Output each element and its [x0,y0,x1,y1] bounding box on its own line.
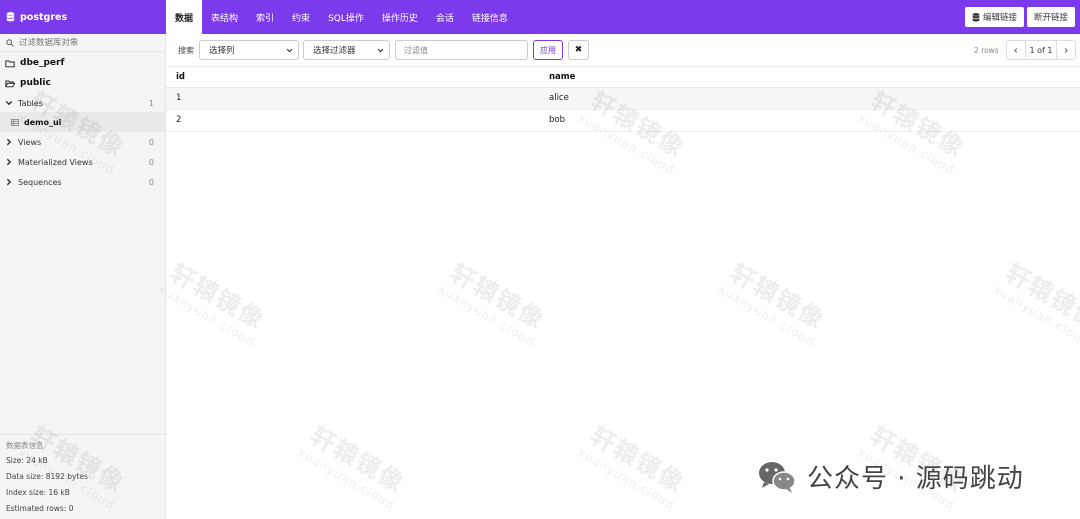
column-select-value: 选择列 [209,46,235,56]
table-cell[interactable]: alice [539,87,1080,110]
group-count: 0 [148,137,154,147]
tab-constraints[interactable]: 约束 [283,0,319,34]
filter-operator-value: 选择过滤器 [313,46,356,56]
group-tables[interactable]: Tables 1 [0,93,165,113]
data-table: id name 1 alice 2 bob [166,67,1080,132]
tab-bar: 数据 表结构 索引 约束 SQL操作 操作历史 会话 链接信息 [166,0,517,34]
group-sequences[interactable]: Sequences 0 [0,172,165,192]
table-header-row: id name [166,67,1080,88]
search-label: 搜索 [178,46,194,55]
table-item-label: demo_ui [24,117,62,127]
table-item-demo-ui[interactable]: demo_ui [0,112,165,132]
wechat-icon [759,461,796,493]
tab-data[interactable]: 数据 [166,0,203,34]
sidebar: dbe_perf public Tables 1 demo_ui [0,34,166,519]
table-size: Size: 24 kB [6,456,48,465]
search-icon [6,38,14,47]
folder-icon [5,60,15,67]
tab-history[interactable]: 操作历史 [373,0,427,34]
disconnect-label: 断开链接 [1033,13,1068,23]
edit-connection-button[interactable]: 编辑链接 [964,7,1024,27]
chevron-down-icon [286,48,293,53]
brand[interactable]: postgres [0,0,166,34]
table-row[interactable]: 1 alice [166,87,1080,110]
group-count: 0 [148,177,154,187]
chevron-down-icon [377,48,384,53]
schema-public[interactable]: public [0,73,165,93]
group-views[interactable]: Views 0 [0,132,165,152]
tab-sql[interactable]: SQL操作 [319,0,373,34]
apply-button[interactable]: 应用 [533,40,563,60]
tab-connection-info[interactable]: 链接信息 [463,0,517,34]
sidebar-search-input[interactable] [19,37,159,48]
table-info-title: 数据表信息 [6,441,44,450]
table-cell[interactable]: bob [539,109,1080,132]
schema-label: public [20,78,51,88]
index-size: Index size: 16 kB [6,488,70,497]
table-icon [11,118,19,126]
disconnect-button[interactable]: 断开链接 [1026,7,1075,27]
estimated-rows: Estimated rows: 0 [6,504,74,513]
data-size: Data size: 8192 bytes [6,472,88,481]
sidebar-search [0,34,165,52]
chevron-right-icon [1064,47,1068,53]
tab-sessions[interactable]: 会话 [427,0,463,34]
chevron-left-icon [1014,47,1018,53]
page-indicator: 1 of 1 [1025,41,1057,59]
database-icon [6,12,15,22]
column-header[interactable]: id [166,67,539,88]
edit-connection-label: 编辑链接 [982,13,1017,23]
group-materialized-views[interactable]: Materialized Views 0 [0,152,165,172]
column-header[interactable]: name [539,67,1080,88]
chevron-right-icon [6,158,12,166]
group-label: Views [18,137,42,147]
main-panel: 搜索 选择列 选择过滤器 应用 ✖ 2 rows [166,34,1080,519]
wechat-caption: 公众号 · 源码跳动 [757,458,1024,495]
wechat-caption-text: 公众号 · 源码跳动 [807,464,1024,494]
tab-structure[interactable]: 表结构 [202,0,247,34]
chevron-right-icon [6,138,12,146]
database-icon [972,12,980,21]
table-row[interactable]: 2 bob [166,109,1080,132]
filter-value-input[interactable] [395,40,528,60]
filter-bar: 搜索 选择列 选择过滤器 应用 ✖ 2 rows [166,34,1080,67]
filter-operator-select[interactable]: 选择过滤器 [303,40,390,60]
folder-open-icon [5,80,15,87]
table-cell[interactable]: 1 [166,87,539,110]
group-count: 1 [148,98,154,108]
next-page-button[interactable] [1057,41,1075,59]
group-label: Tables [18,98,43,108]
chevron-right-icon [6,178,12,186]
chevron-down-icon [5,100,13,106]
top-actions: 编辑链接 断开链接 [964,7,1075,27]
group-label: Materialized Views [18,157,93,167]
table-cell[interactable]: 2 [166,109,539,132]
group-count: 0 [148,157,154,167]
schema-dbe-perf[interactable]: dbe_perf [0,53,165,73]
group-label: Sequences [18,177,62,187]
row-count: 2 rows [974,46,999,55]
column-select[interactable]: 选择列 [199,40,299,60]
db-name: postgres [20,11,68,23]
prev-page-button[interactable] [1007,41,1025,59]
app-root: postgres 数据 表结构 索引 约束 SQL操作 操作历史 会话 链接信息… [0,0,1080,519]
tab-indexes[interactable]: 索引 [247,0,283,34]
schema-label: dbe_perf [20,58,65,68]
top-bar: postgres 数据 表结构 索引 约束 SQL操作 操作历史 会话 链接信息… [0,0,1080,34]
table-info-panel: 数据表信息 Size: 24 kB Data size: 8192 bytes … [0,434,165,519]
pagination: 1 of 1 [1006,40,1076,60]
clear-filter-button[interactable]: ✖ [568,40,589,60]
